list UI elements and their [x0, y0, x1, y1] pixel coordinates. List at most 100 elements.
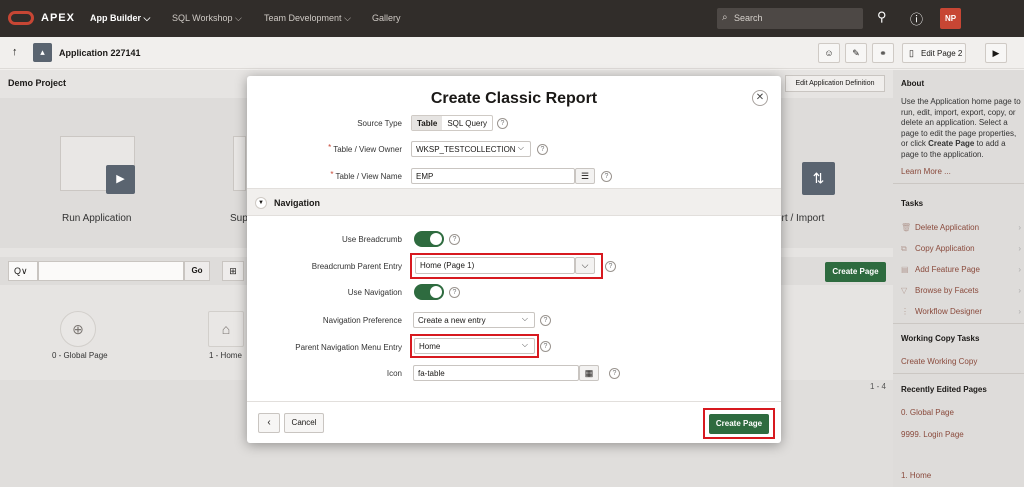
export-import-icon[interactable]: ⇅ — [802, 162, 835, 195]
create-page-button[interactable]: Create Page — [709, 414, 769, 434]
page-tile-global[interactable]: 0 - Global Page — [52, 351, 108, 360]
source-type-label: Source Type — [357, 119, 402, 128]
task-delete-application[interactable]: 🗑 Delete Application › — [901, 223, 1021, 232]
create-working-copy-link[interactable]: Create Working Copy — [901, 357, 977, 366]
navigation-region-header[interactable]: ▼ Navigation — [247, 188, 781, 216]
help-icon[interactable]: ? — [449, 234, 460, 245]
help-icon[interactable]: ? — [449, 287, 460, 298]
navigation-preference-label: Navigation Preference — [322, 316, 402, 325]
icon-input[interactable]: fa-table — [413, 365, 579, 381]
table-owner-select[interactable]: WKSP_TESTCOLLECTION ⌵ — [411, 141, 531, 157]
edit-application-definition-button[interactable]: Edit Application Definition — [785, 75, 885, 92]
nav-app-builder[interactable]: App Builder ⌵ — [90, 13, 150, 24]
supporting-objects-label[interactable]: Sup — [230, 213, 248, 224]
global-search-input[interactable]: ⌕ Search — [717, 8, 863, 29]
play-icon[interactable]: ▶ — [106, 165, 135, 194]
avatar[interactable]: NP — [940, 8, 961, 29]
table-owner-label: * Table / View Owner — [328, 143, 402, 154]
task-workflow-designer[interactable]: ⋮ Workflow Designer › — [901, 307, 1021, 316]
navigation-heading: Navigation — [274, 198, 321, 208]
use-navigation-toggle[interactable] — [414, 284, 444, 300]
navigation-preference-select[interactable]: Create a new entry ⌵ — [413, 312, 535, 328]
task-add-feature-page[interactable]: ▤ Add Feature Page › — [901, 265, 1021, 274]
run-page-button[interactable]: ▶ — [985, 43, 1007, 63]
up-arrow-icon[interactable]: ↑ — [12, 46, 18, 58]
right-sidebar: About Use the Application home page to r… — [893, 70, 1024, 487]
breadcrumb-parent-select[interactable]: Home (Page 1) — [415, 257, 575, 274]
export-import-label[interactable]: ort / Import — [776, 213, 824, 224]
tasks-heading: Tasks — [901, 199, 924, 208]
icon-label: Icon — [386, 369, 402, 378]
comments-icon[interactable]: ☺ — [818, 43, 840, 63]
page-icon: ▯ — [909, 48, 914, 58]
copy-icon: ⧉ — [901, 244, 907, 253]
icon-picker-icon[interactable]: ▦ — [579, 365, 599, 381]
source-type-segmented-control: Table SQL Query — [411, 115, 494, 131]
application-title[interactable]: Application 227141 — [59, 48, 141, 58]
filter-icon: ▽ — [901, 286, 908, 295]
supporting-objects-thumbnail[interactable] — [233, 136, 246, 191]
create-page-button-background[interactable]: Create Page — [825, 262, 886, 282]
application-icon: ▴ — [33, 43, 52, 62]
help-icon[interactable]: ? — [497, 118, 508, 129]
trash-icon: 🗑 — [901, 223, 912, 232]
working-copy-heading: Working Copy Tasks — [901, 334, 980, 343]
recent-page-link[interactable]: 0. Global Page — [901, 408, 954, 417]
page-search-input[interactable] — [38, 261, 184, 281]
parent-navigation-select[interactable]: Home ⌵ — [414, 338, 535, 354]
chevron-down-icon[interactable]: ⌵ — [575, 257, 595, 274]
cancel-button[interactable]: Cancel — [284, 413, 324, 433]
search-icon: ⌕ — [722, 12, 728, 23]
about-heading: About — [901, 79, 925, 88]
user-settings-icon[interactable]: ⚲ — [877, 9, 887, 25]
page-add-icon: ▤ — [901, 265, 909, 274]
nav-team-development[interactable]: Team Development ⌵ — [264, 13, 351, 24]
oracle-logo-icon[interactable] — [8, 11, 34, 25]
pagination-text: 1 - 4 — [870, 382, 887, 391]
chevron-down-icon: ⌵ — [143, 13, 151, 23]
divider — [893, 323, 1024, 324]
search-column-selector[interactable]: Q∨ — [8, 261, 38, 281]
use-breadcrumb-toggle[interactable] — [414, 231, 444, 247]
help-icon[interactable]: ⓘ — [910, 9, 923, 28]
nav-gallery[interactable]: Gallery — [372, 13, 401, 23]
close-icon[interactable]: ✕ — [752, 90, 768, 106]
go-button[interactable]: Go — [184, 261, 210, 281]
learn-more-link[interactable]: Learn More ... — [901, 167, 951, 176]
help-icon[interactable]: ? — [540, 315, 551, 326]
utilities-icon[interactable]: ⚭ — [872, 43, 894, 63]
source-type-sql-option[interactable]: SQL Query — [442, 116, 492, 130]
recent-page-link[interactable]: 9999. Login Page — [901, 430, 964, 439]
edit-page-button[interactable]: ▯ Edit Page 2 — [902, 43, 966, 63]
dialog-footer-divider — [247, 401, 781, 402]
about-text: Use the Application home page to run, ed… — [901, 97, 1021, 159]
back-button[interactable]: ‹ — [258, 413, 280, 433]
home-icon[interactable]: ⌂ — [208, 311, 244, 347]
nav-sql-workshop[interactable]: SQL Workshop ⌵ — [172, 13, 242, 24]
task-browse-by-facets[interactable]: ▽ Browse by Facets › — [901, 286, 1021, 295]
chevron-down-icon[interactable]: ▼ — [255, 197, 267, 209]
table-name-label: * Table / View Name — [330, 170, 402, 181]
grid-view-icon[interactable]: ⊞ — [222, 261, 244, 281]
help-icon[interactable]: ? — [537, 144, 548, 155]
parent-navigation-label: Parent Navigation Menu Entry — [295, 343, 402, 352]
chevron-down-icon: ⌵ — [521, 340, 528, 349]
chevron-down-icon: ⌵ — [344, 13, 351, 23]
shared-components-icon[interactable]: ✎ — [845, 43, 867, 63]
page-tile-home[interactable]: 1 - Home — [209, 351, 242, 360]
globe-icon[interactable]: ⊕ — [60, 311, 96, 347]
recently-edited-heading: Recently Edited Pages — [901, 385, 987, 394]
source-type-table-option[interactable]: Table — [412, 116, 443, 130]
task-copy-application[interactable]: ⧉ Copy Application › — [901, 244, 1021, 254]
help-icon[interactable]: ? — [605, 261, 616, 272]
apex-brand[interactable]: APEX — [41, 12, 75, 24]
help-icon[interactable]: ? — [601, 171, 612, 182]
table-name-input[interactable]: EMP — [411, 168, 575, 184]
help-icon[interactable]: ? — [540, 341, 551, 352]
recent-page-link[interactable]: 1. Home — [901, 471, 931, 480]
run-application-label[interactable]: Run Application — [62, 213, 132, 224]
help-icon[interactable]: ? — [609, 368, 620, 379]
chevron-left-icon: ‹ — [267, 417, 271, 428]
application-breadcrumb-bar: ↑ ▴ Application 227141 ☺ ✎ ⚭ ▯ Edit Page… — [0, 37, 1024, 69]
list-of-values-icon[interactable]: ☰ — [575, 168, 595, 184]
